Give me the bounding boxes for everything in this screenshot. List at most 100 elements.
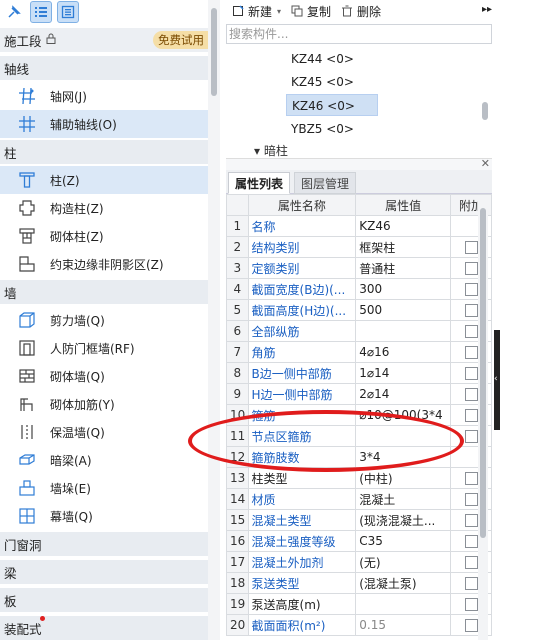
extra-checkbox[interactable] bbox=[464, 304, 478, 317]
property-value[interactable]: KZ46 bbox=[355, 215, 452, 237]
left-scrollbar[interactable] bbox=[208, 0, 220, 640]
extra-checkbox[interactable] bbox=[464, 325, 478, 338]
new-button[interactable]: 新建 ▾ bbox=[228, 1, 285, 21]
table-row[interactable]: 14 材质 混凝土 bbox=[226, 488, 492, 510]
item-masonry-rebar[interactable]: 砌体加筋(Y) bbox=[0, 390, 208, 418]
table-row[interactable]: 11 节点区箍筋 bbox=[226, 425, 492, 447]
table-row[interactable]: 12 箍筋肢数 3*4 bbox=[226, 446, 492, 468]
table-row[interactable]: 17 混凝土外加剂 (无) bbox=[226, 551, 492, 573]
stage-bar[interactable]: 施工段 免费试用 bbox=[0, 28, 208, 52]
property-value[interactable]: ⌀10@100(3*4 bbox=[355, 404, 452, 426]
property-value[interactable] bbox=[355, 320, 452, 342]
item-masonry-column[interactable]: 砌体柱(Z) bbox=[0, 222, 208, 250]
table-row[interactable]: 9 H边一侧中部筋 2⌀14 bbox=[226, 383, 492, 405]
extra-checkbox[interactable] bbox=[464, 577, 478, 590]
item-constructional-column[interactable]: 构造柱(Z) bbox=[0, 194, 208, 222]
property-scrollbar[interactable] bbox=[478, 200, 488, 640]
category-wall[interactable]: 墙 bbox=[0, 280, 208, 304]
category-assembly[interactable]: 装配式 bbox=[0, 616, 208, 640]
chevron-down-icon[interactable]: ▾ bbox=[277, 7, 281, 16]
copy-button[interactable]: 复制 bbox=[287, 1, 335, 21]
property-value[interactable]: 500 bbox=[355, 299, 452, 321]
more-icon[interactable]: ▸▸ bbox=[482, 4, 492, 15]
extra-checkbox[interactable] bbox=[464, 514, 478, 527]
table-row[interactable]: 1 名称 KZ46 bbox=[226, 215, 492, 237]
tree-item[interactable]: KZ45 <0> bbox=[286, 71, 359, 93]
tree-item[interactable]: KZ44 <0> bbox=[286, 48, 359, 70]
table-row[interactable]: 5 截面高度(H边)(... 500 bbox=[226, 299, 492, 321]
property-value[interactable]: 普通柱 bbox=[355, 257, 452, 279]
property-value[interactable]: (混凝土泵) bbox=[355, 572, 452, 594]
tree-item-selected[interactable]: KZ46 <0> bbox=[286, 94, 378, 116]
property-value[interactable] bbox=[355, 593, 452, 615]
tab-property-list[interactable]: 属性列表 bbox=[228, 172, 291, 194]
item-column[interactable]: 柱(Z) bbox=[0, 166, 208, 194]
pin-icon[interactable] bbox=[3, 1, 25, 23]
property-value[interactable]: (中柱) bbox=[355, 467, 452, 489]
extra-checkbox[interactable] bbox=[464, 535, 478, 548]
property-value[interactable]: 混凝土 bbox=[355, 488, 452, 510]
property-value[interactable]: 3*4 bbox=[355, 446, 452, 468]
property-value[interactable] bbox=[355, 425, 452, 447]
table-row[interactable]: 20 截面面积(m²) 0.15 bbox=[226, 614, 492, 636]
property-value[interactable]: 0.15 bbox=[355, 614, 452, 636]
property-value[interactable]: (无) bbox=[355, 551, 452, 573]
table-row[interactable]: 8 B边一侧中部筋 1⌀14 bbox=[226, 362, 492, 384]
extra-checkbox[interactable] bbox=[464, 346, 478, 359]
extra-checkbox[interactable] bbox=[464, 430, 478, 443]
table-row[interactable]: 4 截面宽度(B边)(... 300 bbox=[226, 278, 492, 300]
category-slab[interactable]: 板 bbox=[0, 588, 208, 612]
table-row[interactable]: 18 泵送类型 (混凝土泵) bbox=[226, 572, 492, 594]
detail-view-icon[interactable] bbox=[57, 1, 79, 23]
item-boundary-zone[interactable]: 约束边缘非阴影区(Z) bbox=[0, 250, 208, 278]
item-shear-wall[interactable]: 剪力墙(Q) bbox=[0, 306, 208, 334]
item-hidden-beam[interactable]: 暗梁(A) bbox=[0, 446, 208, 474]
table-row[interactable]: 15 混凝土类型 (现浇混凝土... bbox=[226, 509, 492, 531]
table-row[interactable]: 19 泵送高度(m) bbox=[226, 593, 492, 615]
tree-item[interactable]: YBZ5 <0> bbox=[286, 118, 359, 140]
extra-checkbox[interactable] bbox=[464, 388, 478, 401]
extra-checkbox[interactable] bbox=[464, 367, 478, 380]
extra-checkbox[interactable] bbox=[464, 472, 478, 485]
item-masonry-wall[interactable]: 砌体墙(Q) bbox=[0, 362, 208, 390]
list-view-icon[interactable] bbox=[30, 1, 52, 23]
extra-checkbox[interactable] bbox=[464, 556, 478, 569]
table-row[interactable]: 3 定额类别 普通柱 bbox=[226, 257, 492, 279]
left-scrollbar-thumb[interactable] bbox=[211, 8, 217, 96]
tree-group-partial[interactable]: ▾ 暗柱 bbox=[254, 142, 288, 159]
category-column[interactable]: 柱 bbox=[0, 140, 208, 164]
extra-checkbox[interactable] bbox=[464, 283, 478, 296]
table-row[interactable]: 6 全部纵筋 bbox=[226, 320, 492, 342]
extra-checkbox[interactable] bbox=[464, 619, 478, 632]
table-row[interactable]: 16 混凝土强度等级 C35 bbox=[226, 530, 492, 552]
item-grid[interactable]: 轴网(J) bbox=[0, 82, 208, 110]
property-value[interactable]: 300 bbox=[355, 278, 452, 300]
free-trial-badge[interactable]: 免费试用 bbox=[153, 31, 208, 49]
close-icon[interactable]: ✕ bbox=[481, 157, 490, 170]
item-curtain-wall[interactable]: 幕墙(Q) bbox=[0, 502, 208, 530]
table-row[interactable]: 2 结构类别 框架柱 bbox=[226, 236, 492, 258]
extra-checkbox[interactable] bbox=[464, 262, 478, 275]
property-value[interactable]: 4⌀16 bbox=[355, 341, 452, 363]
property-value[interactable]: C35 bbox=[355, 530, 452, 552]
chevron-left-icon[interactable]: ‹ bbox=[494, 374, 498, 384]
property-value[interactable]: 1⌀14 bbox=[355, 362, 452, 384]
property-value[interactable]: (现浇混凝土... bbox=[355, 509, 452, 531]
property-value[interactable]: 2⌀14 bbox=[355, 383, 452, 405]
category-beam[interactable]: 梁 bbox=[0, 560, 208, 584]
item-civil-defense-wall[interactable]: 人防门框墙(RF) bbox=[0, 334, 208, 362]
item-insulation-wall[interactable]: 保温墙(Q) bbox=[0, 418, 208, 446]
extra-checkbox[interactable] bbox=[464, 493, 478, 506]
property-value[interactable]: 框架柱 bbox=[355, 236, 452, 258]
extra-checkbox[interactable] bbox=[464, 241, 478, 254]
search-input[interactable]: 搜索构件... bbox=[226, 24, 492, 44]
table-row[interactable]: 13 柱类型 (中柱) bbox=[226, 467, 492, 489]
extra-checkbox[interactable] bbox=[464, 409, 478, 422]
delete-button[interactable]: 删除 bbox=[337, 1, 385, 21]
extra-checkbox[interactable] bbox=[464, 598, 478, 611]
item-wall-pier[interactable]: 墙垛(E) bbox=[0, 474, 208, 502]
table-row[interactable]: 7 角筋 4⌀16 bbox=[226, 341, 492, 363]
category-door-window[interactable]: 门窗洞 bbox=[0, 532, 208, 556]
tab-layer-management[interactable]: 图层管理 bbox=[294, 172, 357, 194]
item-aux-axis[interactable]: 辅助轴线(O) bbox=[0, 110, 208, 138]
